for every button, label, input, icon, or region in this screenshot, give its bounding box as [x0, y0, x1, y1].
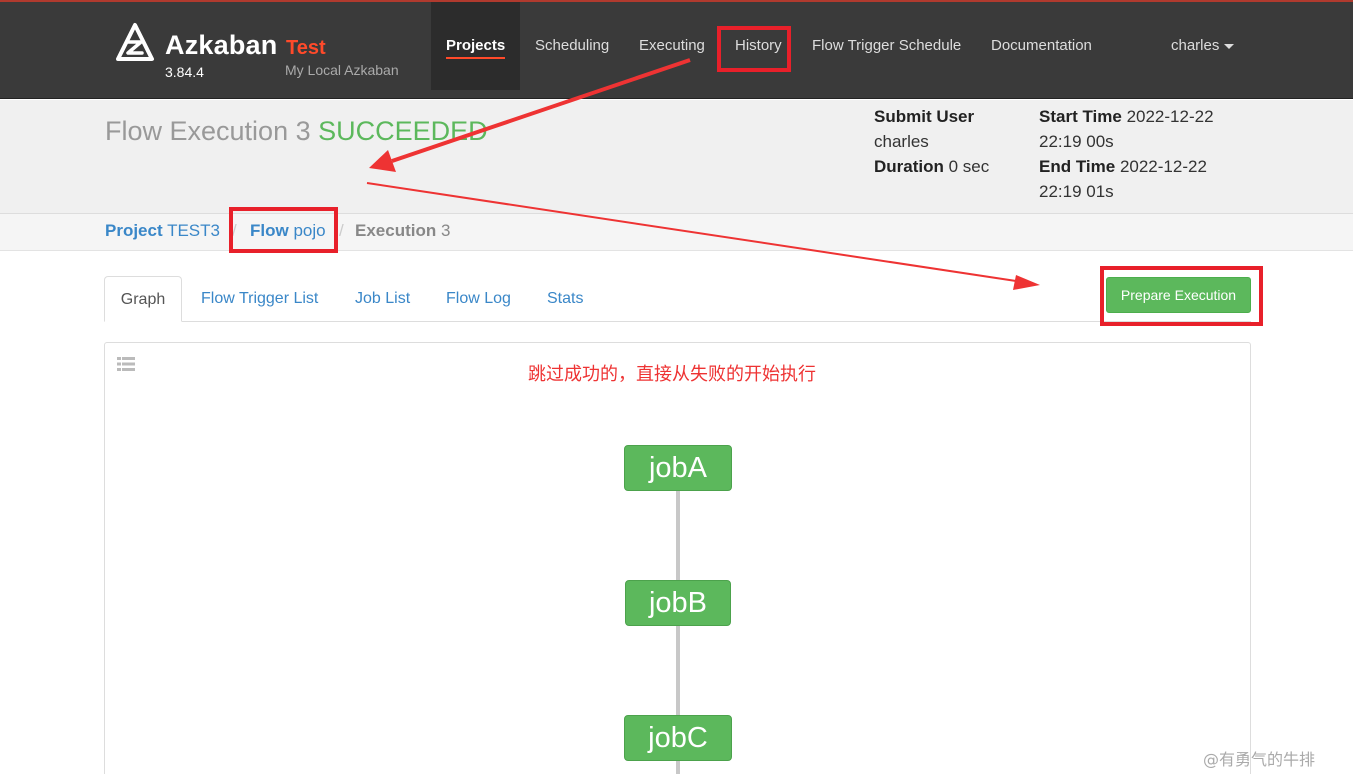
chevron-down-icon	[1224, 43, 1235, 49]
breadcrumb-separator: /	[339, 221, 344, 240]
nav-scheduling[interactable]: Scheduling	[535, 37, 609, 54]
tab-job-list[interactable]: Job List	[355, 290, 410, 308]
azkaban-logo-icon[interactable]	[114, 22, 156, 64]
end-time-time: 22:19 01s	[1039, 182, 1114, 201]
submit-user-block: Submit User charles Duration 0 sec	[874, 104, 989, 179]
watermark: @有勇气的牛排	[1203, 750, 1316, 769]
tab-stats[interactable]: Stats	[547, 290, 583, 308]
brand-version: 3.84.4	[165, 64, 204, 80]
tab-flow-trigger-list[interactable]: Flow Trigger List	[201, 290, 318, 308]
submit-user-value: charles	[874, 132, 929, 151]
nav-projects[interactable]: Projects	[446, 37, 505, 54]
breadcrumb-execution-value: 3	[440, 221, 451, 240]
brand-subtitle: My Local Azkaban	[285, 62, 399, 78]
status-badge: SUCCEEDED	[318, 116, 488, 146]
job-node[interactable]: jobA	[624, 445, 732, 491]
time-block: Start Time 2022-12-22 22:19 00s End Time…	[1039, 104, 1214, 204]
nav-executing[interactable]: Executing	[639, 37, 705, 54]
user-menu[interactable]: charles	[1171, 37, 1235, 54]
graph-edge	[676, 625, 680, 717]
nav-history[interactable]: History	[735, 37, 782, 54]
nav-documentation[interactable]: Documentation	[991, 37, 1092, 54]
nav-flow-trigger-schedule[interactable]: Flow Trigger Schedule	[812, 37, 961, 54]
breadcrumb-project[interactable]: Project TEST3	[105, 221, 220, 241]
breadcrumb-flow-key: Flow	[250, 221, 289, 240]
tab-flow-log[interactable]: Flow Log	[446, 290, 511, 308]
graph-edge	[676, 760, 680, 774]
brand-name[interactable]: Azkaban	[165, 30, 277, 61]
tabs-divider	[104, 321, 1251, 322]
breadcrumb-flow[interactable]: Flow pojo	[250, 221, 326, 241]
annotation-note: 跳过成功的，直接从失败的开始执行	[528, 364, 816, 385]
page-title: Flow Execution 3 SUCCEEDED	[105, 116, 488, 147]
start-time-label: Start Time	[1039, 107, 1122, 126]
breadcrumb-execution-key: Execution	[355, 221, 437, 240]
prepare-execution-button[interactable]: Prepare Execution	[1106, 277, 1251, 313]
start-time-date: 2022-12-22	[1126, 107, 1214, 126]
breadcrumb-separator: /	[232, 221, 237, 240]
duration-value: 0 sec	[948, 157, 990, 176]
submit-user-label: Submit User	[874, 107, 975, 126]
duration-label: Duration	[874, 157, 944, 176]
breadcrumb-execution: Execution 3	[355, 221, 450, 241]
breadcrumb-project-key: Project	[105, 221, 163, 240]
tab-graph[interactable]: Graph	[104, 276, 182, 322]
exec-title-text: Flow Execution 3	[105, 116, 311, 146]
end-time-date: 2022-12-22	[1119, 157, 1207, 176]
graph-edge	[676, 490, 680, 582]
nav-active-underline	[446, 57, 505, 59]
user-name: charles	[1171, 37, 1220, 54]
end-time-label: End Time	[1039, 157, 1116, 176]
start-time-time: 22:19 00s	[1039, 132, 1114, 151]
list-icon[interactable]	[117, 356, 135, 372]
job-node[interactable]: jobC	[624, 715, 732, 761]
job-node[interactable]: jobB	[625, 580, 731, 626]
arrow-head	[1013, 275, 1040, 290]
breadcrumb-project-value: TEST3	[167, 221, 220, 240]
breadcrumb-flow-value: pojo	[293, 221, 326, 240]
brand-env-label: Test	[286, 37, 326, 59]
